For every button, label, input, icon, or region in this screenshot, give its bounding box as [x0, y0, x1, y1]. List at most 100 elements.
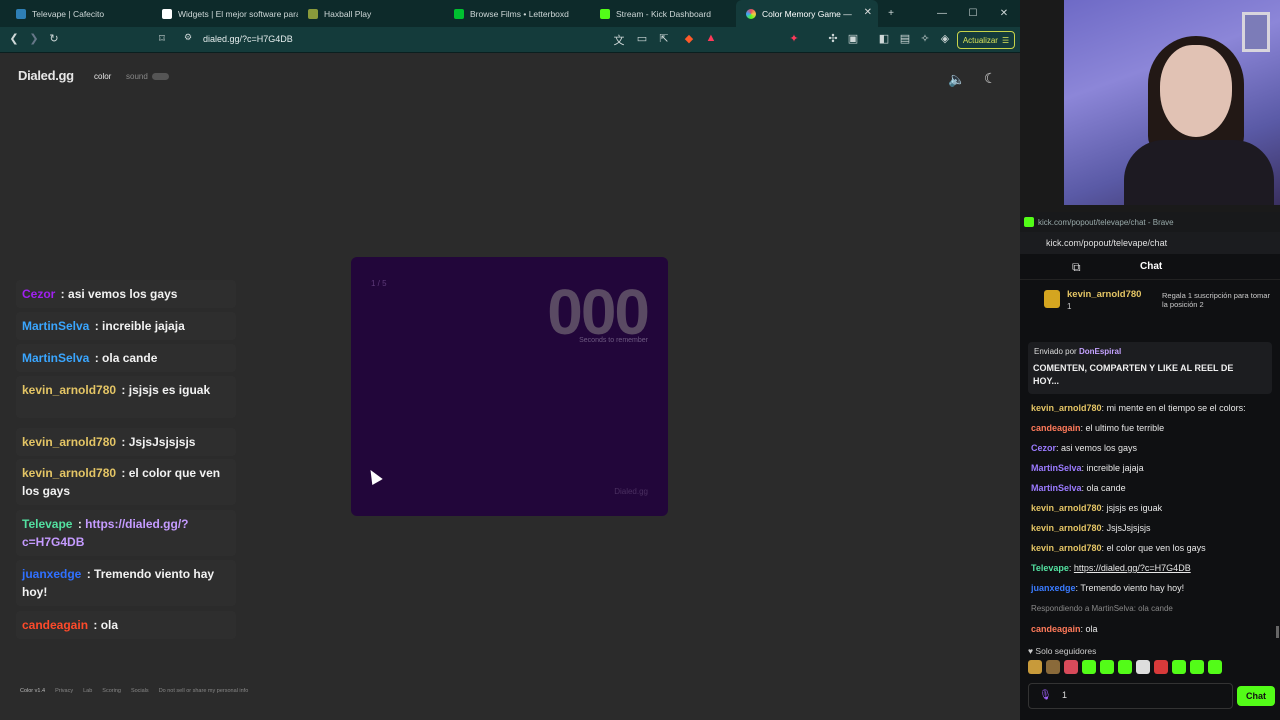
- sound-toggle[interactable]: [152, 73, 169, 80]
- site-info-icon[interactable]: ⚙: [181, 32, 195, 43]
- footer: Color v1.4 Privacy Lab Scoring Socials D…: [20, 688, 248, 694]
- screenshot-icon[interactable]: ▣: [846, 32, 860, 45]
- kick-chat-title: Chat: [1140, 261, 1163, 272]
- chat-input[interactable]: 🎙 1: [1028, 683, 1233, 709]
- share-icon[interactable]: ⇱: [657, 32, 671, 45]
- popout-icon[interactable]: ⧉: [1072, 260, 1081, 275]
- extension-icon[interactable]: ✦: [787, 32, 801, 45]
- back-icon[interactable]: ❮: [7, 32, 21, 45]
- emote[interactable]: [1136, 660, 1150, 674]
- chat-username[interactable]: candeagain: [1031, 624, 1081, 634]
- chat-username[interactable]: MartinSelva: [1031, 483, 1082, 493]
- emote[interactable]: [1154, 660, 1168, 674]
- chat-message: MartinSelva: increible jajaja: [1031, 458, 1275, 478]
- brave-rewards-icon[interactable]: ▲: [704, 32, 718, 44]
- tab-favicon: [162, 8, 172, 19]
- update-button[interactable]: Actualizar ☰: [957, 31, 1015, 49]
- game-card[interactable]: 1 / 5 000 Seconds to remember Dialed.gg: [351, 257, 668, 516]
- url-field[interactable]: dialed.gg/?c=H7G4DB: [203, 34, 293, 44]
- footer-donotsell[interactable]: Do not sell or share my personal info: [159, 688, 249, 694]
- emote[interactable]: [1100, 660, 1114, 674]
- tab-label: Haxball Play: [324, 8, 372, 19]
- menu-icon: ☰: [1001, 35, 1010, 45]
- tab-5[interactable]: Color Memory Game — ✕: [736, 0, 878, 27]
- emote[interactable]: [1208, 660, 1222, 674]
- chat-username[interactable]: kevin_arnold780: [1031, 503, 1102, 513]
- chat-send-button[interactable]: Chat: [1237, 686, 1275, 706]
- maximize-icon[interactable]: ☐: [958, 0, 988, 27]
- nav-sound[interactable]: sound: [126, 72, 148, 81]
- separator: :: [91, 319, 103, 333]
- emote[interactable]: [1064, 660, 1078, 674]
- chat-username[interactable]: juanxedge: [1031, 583, 1076, 593]
- mic-icon[interactable]: 🎙: [1039, 690, 1052, 701]
- separator: :: [91, 351, 103, 365]
- chat-message: MartinSelva: ola cande: [1031, 478, 1275, 498]
- overlay-chat-text: ola cande: [102, 351, 158, 365]
- chat-username[interactable]: Cezor: [1031, 443, 1056, 453]
- gift-cta[interactable]: Regala 1 suscripción para tomar la posic…: [1162, 291, 1272, 309]
- chat-username[interactable]: candeagain: [1031, 423, 1081, 433]
- chat-text: JsjsJsjsjsjs: [1106, 523, 1151, 533]
- timer-caption: Seconds to remember: [579, 337, 648, 344]
- overlay-chat-message: candeagain : ola: [16, 611, 236, 639]
- chat-username[interactable]: MartinSelva: [1031, 463, 1082, 473]
- footer-lab[interactable]: Lab: [83, 688, 92, 694]
- speaker-icon[interactable]: 🔈: [948, 71, 965, 88]
- tab-4[interactable]: Stream - Kick Dashboard: [590, 0, 736, 27]
- sidebar-icon[interactable]: ◧: [877, 32, 891, 45]
- chat-username[interactable]: kevin_arnold780: [1031, 523, 1102, 533]
- chat-username[interactable]: kevin_arnold780: [1031, 543, 1102, 553]
- vpn-icon[interactable]: ◈: [938, 32, 952, 45]
- footer-privacy[interactable]: Privacy: [55, 688, 73, 694]
- kick-address[interactable]: kick.com/popout/televape/chat: [1020, 232, 1280, 254]
- emote[interactable]: [1190, 660, 1204, 674]
- scrollbar[interactable]: [1276, 626, 1279, 638]
- chat-text: el color que ven los gays: [1106, 543, 1206, 553]
- emote[interactable]: [1082, 660, 1096, 674]
- moon-icon[interactable]: ☾: [984, 70, 997, 87]
- footer-scoring[interactable]: Scoring: [102, 688, 121, 694]
- emote[interactable]: [1118, 660, 1132, 674]
- tab-3[interactable]: Browse Films • Letterboxd: [444, 0, 590, 27]
- chat-text: ola: [1085, 624, 1098, 634]
- new-tab-icon[interactable]: +: [876, 0, 906, 27]
- chat-text: asi vemos los gays: [1061, 443, 1138, 453]
- webcam-feed: [1064, 0, 1280, 205]
- overlay-chat-text: asi vemos los gays: [68, 287, 178, 301]
- tab-favicon: [600, 8, 610, 19]
- chat-text: el ultimo fue terrible: [1085, 423, 1165, 433]
- leo-icon[interactable]: ✧: [918, 32, 932, 45]
- emote[interactable]: [1028, 660, 1042, 674]
- wallet-icon[interactable]: ▤: [898, 32, 912, 45]
- site-logo[interactable]: Dialed.gg: [18, 68, 74, 83]
- nav-color[interactable]: color: [94, 72, 111, 81]
- extensions-icon[interactable]: ✣: [826, 32, 840, 45]
- translate-icon[interactable]: 文: [612, 32, 626, 48]
- chat-username[interactable]: kevin_arnold780: [1031, 403, 1102, 413]
- close-icon[interactable]: ✕: [989, 0, 1019, 27]
- minimize-icon[interactable]: —: [927, 0, 957, 27]
- brave-shield-icon[interactable]: ◆: [682, 32, 696, 45]
- tab-2[interactable]: Haxball Play: [298, 0, 444, 27]
- emote[interactable]: [1172, 660, 1186, 674]
- gift-user[interactable]: kevin_arnold780: [1067, 289, 1141, 300]
- kick-chat-window: kick.com/popout/televape/chat - Brave ki…: [1020, 212, 1280, 720]
- overlay-chat-text: jsjsjs es iguak: [128, 383, 211, 397]
- separator: :: [118, 435, 129, 449]
- forward-icon[interactable]: ❯: [27, 32, 41, 45]
- reload-icon[interactable]: ↻: [47, 32, 61, 45]
- chat-username[interactable]: Televape: [1031, 563, 1069, 573]
- pinned-by-user[interactable]: DonEspiral: [1079, 347, 1121, 356]
- cast-icon[interactable]: ▭: [635, 32, 649, 45]
- footer-socials[interactable]: Socials: [131, 688, 149, 694]
- tab-1[interactable]: Widgets | El mejor software para: [152, 0, 298, 27]
- chat-username[interactable]: Respondiendo a MartinSelva: ola cande: [1031, 604, 1173, 613]
- browser-window: Televape | Cafecito Widgets | El mejor s…: [0, 0, 1020, 720]
- close-icon[interactable]: ✕: [864, 7, 872, 18]
- footer-version: Color v1.4: [20, 688, 46, 694]
- chat-text[interactable]: https://dialed.gg/?c=H7G4DB: [1074, 563, 1191, 573]
- bookmark-icon[interactable]: ⌑: [155, 32, 169, 45]
- emote[interactable]: [1046, 660, 1060, 674]
- tab-0[interactable]: Televape | Cafecito: [6, 0, 154, 27]
